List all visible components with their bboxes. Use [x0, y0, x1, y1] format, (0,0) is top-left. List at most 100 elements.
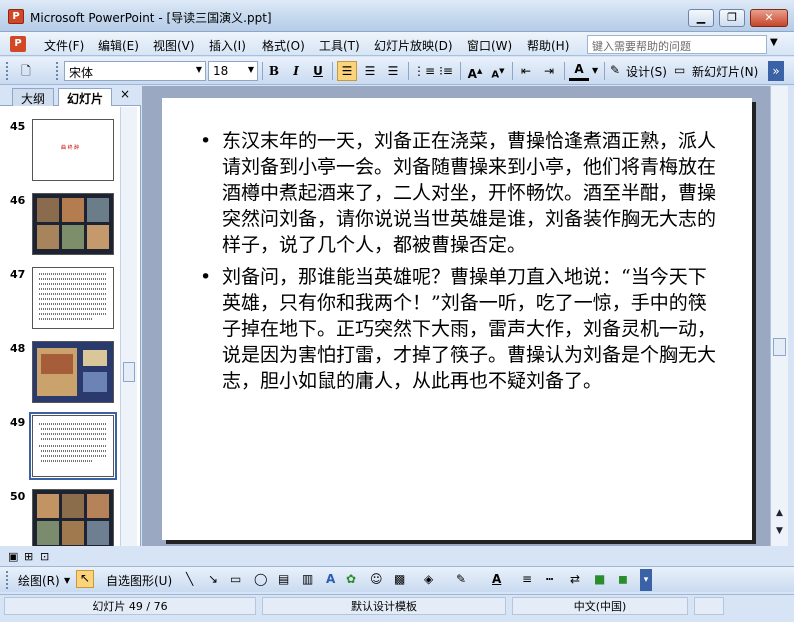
draw-menu-button[interactable]: 绘图(R) — [18, 572, 60, 589]
current-slide[interactable]: 东汉末年的一天，刘备正在浇菜，曹操恰逢煮酒正熟，派人请刘备到小亭一会。刘备随曹操… — [162, 98, 752, 540]
cover-image — [37, 348, 107, 396]
chevron-down-icon[interactable]: ▼ — [592, 66, 598, 75]
line-tool-icon[interactable]: ╲ — [186, 572, 193, 586]
slide-thumbnail[interactable]: 曲 终 醉 — [32, 119, 114, 181]
line-style-icon[interactable]: ≡ — [522, 572, 532, 586]
autoshapes-button[interactable]: 自选图形(U) — [106, 572, 172, 589]
decrease-font-icon[interactable]: A▼ — [488, 61, 508, 81]
comic-panels-image — [37, 198, 109, 249]
oval-tool-icon[interactable]: ◯ — [254, 572, 267, 586]
document-icon[interactable]: P — [10, 36, 26, 52]
font-color-draw-icon[interactable]: A — [492, 572, 501, 586]
new-slide-button[interactable]: 新幻灯片(N) — [692, 63, 758, 80]
fill-color-icon[interactable]: ◈ — [424, 572, 433, 586]
menu-tools[interactable]: 工具(T) — [319, 37, 360, 54]
align-center-icon[interactable]: ☰ — [360, 61, 380, 81]
menu-format[interactable]: 格式(O) — [262, 37, 305, 54]
shadow-style-icon[interactable]: ■ — [594, 572, 605, 586]
menu-insert[interactable]: 插入(I) — [209, 37, 246, 54]
slide-thumbnail-row[interactable]: 46 — [0, 187, 120, 255]
normal-view-icon[interactable]: ▣ — [8, 550, 18, 563]
slide-thumbnail-row[interactable]: 45 曲 终 醉 — [0, 113, 120, 181]
3d-style-icon[interactable]: ◼ — [618, 572, 628, 586]
slide-thumbnail[interactable] — [32, 267, 114, 329]
toolbar-options-icon[interactable]: » — [768, 61, 784, 81]
toolbar-options-icon[interactable]: ▾ — [640, 569, 652, 591]
increase-font-icon[interactable]: A▲ — [465, 61, 485, 81]
design-icon: ✎ — [610, 63, 621, 77]
slide-thumbnail-row[interactable]: 47 — [0, 261, 120, 329]
next-slide-icon[interactable]: ▼ — [776, 526, 783, 536]
chevron-down-icon[interactable]: ▼ — [64, 576, 70, 585]
decrease-indent-icon[interactable]: ⇤ — [516, 61, 536, 81]
font-size-select[interactable]: 18 ▼ — [208, 61, 258, 81]
numbered-list-icon[interactable]: ⋮≡ — [413, 61, 435, 81]
close-pane-icon[interactable]: × — [120, 87, 130, 101]
powerpoint-app-icon[interactable]: P — [8, 9, 24, 24]
scrollbar-thumb[interactable] — [123, 362, 135, 382]
scrollbar-thumb[interactable] — [773, 338, 786, 356]
slide-thumbnail[interactable] — [32, 489, 114, 546]
tab-slides[interactable]: 幻灯片 — [58, 88, 113, 106]
slide-thumbnail-row[interactable]: 49 — [0, 409, 120, 480]
toolbar-grip[interactable] — [6, 571, 9, 589]
underline-button[interactable]: U — [308, 61, 328, 81]
dash-style-icon[interactable]: ┅ — [546, 572, 553, 586]
bullet-paragraph[interactable]: 刘备问，那谁能当英雄呢？曹操单刀直入地说：“当今天下英雄，只有你和我两个！”刘备… — [200, 264, 720, 394]
text-lines-image — [39, 423, 107, 462]
slide-sorter-view-icon[interactable]: ⊞ — [24, 550, 33, 563]
menu-edit[interactable]: 编辑(E) — [98, 37, 139, 54]
separator — [564, 62, 565, 80]
clipart-icon[interactable]: ☺ — [370, 572, 383, 586]
align-left-icon[interactable]: ☰ — [337, 61, 357, 81]
increase-indent-icon[interactable]: ⇥ — [539, 61, 559, 81]
menu-help[interactable]: 帮助(H) — [527, 37, 569, 54]
menu-window[interactable]: 窗口(W) — [467, 37, 512, 54]
chevron-down-icon[interactable]: ▼ — [770, 37, 778, 48]
menu-file[interactable]: 文件(F) — [44, 37, 84, 54]
textbox-tool-icon[interactable]: ▤ — [278, 572, 289, 586]
diagram-icon[interactable]: ✿ — [346, 572, 356, 586]
slideshow-view-icon[interactable]: ⊡ — [40, 550, 49, 563]
font-size-value: 18 — [213, 64, 229, 78]
previous-slide-icon[interactable]: ▲ — [776, 508, 783, 518]
slide-thumbnail-row[interactable]: 48 — [0, 335, 120, 403]
tab-outline[interactable]: 大纲 — [12, 88, 55, 106]
rectangle-tool-icon[interactable]: ▭ — [230, 572, 241, 586]
vertical-textbox-icon[interactable]: ▥ — [302, 572, 313, 586]
slide-thumbnail-row[interactable]: 50 — [0, 483, 120, 546]
font-color-icon[interactable]: A — [569, 61, 589, 81]
arrow-tool-icon[interactable]: ↘ — [208, 572, 218, 586]
arrow-style-icon[interactable]: ⇄ — [570, 572, 580, 586]
design-template-status: 默认设计模板 — [262, 597, 506, 615]
align-right-icon[interactable]: ☰ — [383, 61, 403, 81]
bold-button[interactable]: B — [264, 61, 284, 81]
help-search-input[interactable]: 键入需要帮助的问题 — [587, 35, 767, 54]
design-button[interactable]: 设计(S) — [626, 63, 667, 80]
slide-thumbnail-selected[interactable] — [29, 412, 117, 480]
toolbar-grip[interactable] — [56, 62, 59, 80]
maximize-button[interactable]: ❐ — [719, 9, 745, 27]
menu-view[interactable]: 视图(V) — [153, 37, 195, 54]
slide-text-box[interactable]: 东汉末年的一天，刘备正在浇菜，曹操恰逢煮酒正熟，派人请刘备到小亭一会。刘备随曹操… — [200, 128, 720, 400]
new-document-icon[interactable]: 🗋 — [16, 61, 36, 81]
select-pointer-icon[interactable]: ↖ — [76, 570, 94, 588]
italic-button[interactable]: I — [286, 61, 306, 81]
toolbar-grip[interactable] — [6, 62, 9, 80]
thumbnail-scrollbar[interactable] — [120, 107, 137, 546]
line-color-icon[interactable]: ✎ — [456, 572, 466, 586]
separator — [604, 62, 605, 80]
slide-thumbnail[interactable] — [32, 193, 114, 255]
picture-icon[interactable]: ▩ — [394, 572, 405, 586]
minimize-button[interactable]: ▁ — [688, 9, 714, 27]
slide-scrollbar[interactable]: ▲ ▼ — [770, 86, 788, 546]
separator — [512, 62, 513, 80]
window-title: Microsoft PowerPoint - [导读三国演义.ppt] — [30, 11, 272, 25]
slide-thumbnail[interactable] — [32, 341, 114, 403]
close-button[interactable]: ✕ — [750, 9, 788, 27]
bullet-paragraph[interactable]: 东汉末年的一天，刘备正在浇菜，曹操恰逢煮酒正熟，派人请刘备到小亭一会。刘备随曹操… — [200, 128, 720, 258]
wordart-icon[interactable]: A — [326, 572, 335, 586]
font-name-select[interactable]: 宋体 ▼ — [64, 61, 206, 81]
bulleted-list-icon[interactable]: ⁝≡ — [436, 61, 456, 81]
menu-slideshow[interactable]: 幻灯片放映(D) — [374, 37, 453, 54]
